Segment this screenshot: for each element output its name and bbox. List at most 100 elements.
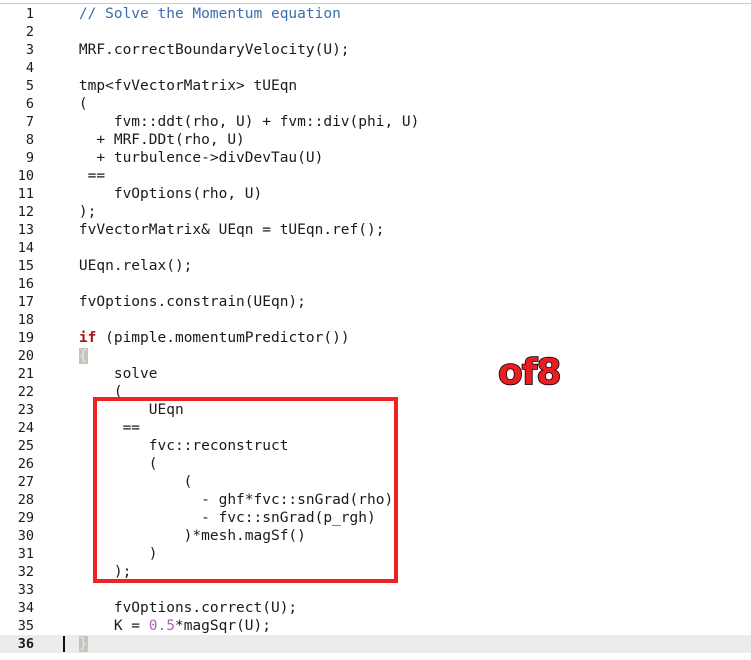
code-line-content[interactable]: {	[44, 347, 88, 365]
code-line-content[interactable]: UEqn	[44, 401, 184, 419]
code-line[interactable]: 21 solve	[0, 365, 751, 383]
line-number: 1	[25, 6, 34, 22]
code-line[interactable]: 14	[0, 239, 751, 257]
code-line[interactable]: 34 fvOptions.correct(U);	[0, 599, 751, 617]
code-token-plain: (	[44, 384, 123, 400]
line-number: 3	[25, 42, 34, 58]
code-line[interactable]: 33	[0, 581, 751, 599]
code-line-content[interactable]: (	[44, 95, 88, 113]
line-number: 11	[17, 186, 34, 202]
code-line-content[interactable]: fvOptions(rho, U)	[44, 185, 262, 203]
code-line[interactable]: 18	[0, 311, 751, 329]
code-line-content[interactable]: if (pimple.momentumPredictor())	[44, 329, 350, 347]
code-line-content[interactable]: K = 0.5*magSqr(U);	[44, 617, 271, 635]
code-line-content[interactable]	[44, 275, 53, 293]
code-line-content[interactable]: solve	[44, 365, 158, 383]
code-token-bracehl: }	[78, 636, 88, 652]
code-line-content[interactable]: (	[44, 473, 193, 491]
code-line-content[interactable]: );	[44, 203, 96, 221]
code-line-content[interactable]: + MRF.DDt(rho, U)	[44, 131, 245, 149]
code-line-content[interactable]: // Solve the Momentum equation	[44, 5, 341, 23]
code-line-content[interactable]: + turbulence->divDevTau(U)	[44, 149, 323, 167]
code-line-content[interactable]: )	[44, 545, 158, 563]
line-number: 34	[17, 600, 34, 616]
code-line-content[interactable]	[44, 239, 53, 257]
code-line[interactable]: 7 fvm::ddt(rho, U) + fvm::div(phi, U)	[0, 113, 751, 131]
code-line[interactable]: 2	[0, 23, 751, 41]
text-caret	[63, 636, 65, 652]
code-line[interactable]: 19 if (pimple.momentumPredictor())	[0, 329, 751, 347]
code-line-content[interactable]: );	[44, 563, 131, 581]
line-number: 5	[25, 78, 34, 94]
code-line[interactable]: 25 fvc::reconstruct	[0, 437, 751, 455]
code-line[interactable]: 24 ==	[0, 419, 751, 437]
code-line-content[interactable]: tmp<fvVectorMatrix> tUEqn	[44, 77, 297, 95]
code-line-content[interactable]: ==	[44, 167, 105, 185]
code-line[interactable]: 35 K = 0.5*magSqr(U);	[0, 617, 751, 635]
code-editor[interactable]: 1 // Solve the Momentum equation 2 3 MRF.…	[0, 0, 751, 660]
code-line-content[interactable]	[44, 59, 53, 77]
code-line-content[interactable]: )*mesh.magSf()	[44, 527, 306, 545]
line-number: 35	[17, 618, 34, 634]
code-line-content[interactable]: - fvc::snGrad(p_rgh)	[44, 509, 376, 527]
code-line-content[interactable]: fvc::reconstruct	[44, 437, 289, 455]
code-line-content[interactable]: (	[44, 383, 123, 401]
code-token-plain: MRF.correctBoundaryVelocity(U);	[44, 42, 350, 58]
code-line-content[interactable]	[44, 23, 53, 41]
code-line-content[interactable]: - ghf*fvc::snGrad(rho)	[44, 491, 393, 509]
code-line[interactable]: 29 - fvc::snGrad(p_rgh)	[0, 509, 751, 527]
code-line-content[interactable]: (	[44, 455, 158, 473]
code-lines-container[interactable]: 1 // Solve the Momentum equation 2 3 MRF.…	[0, 5, 751, 660]
code-line-content[interactable]	[44, 581, 53, 599]
code-line[interactable]: 10 ==	[0, 167, 751, 185]
code-line[interactable]: 36 }	[0, 635, 751, 653]
code-line[interactable]: 11 fvOptions(rho, U)	[0, 185, 751, 203]
code-line[interactable]: 13 fvVectorMatrix& UEqn = tUEqn.ref();	[0, 221, 751, 239]
code-line[interactable]: 22 (	[0, 383, 751, 401]
code-line[interactable]: 32 );	[0, 563, 751, 581]
code-line[interactable]: 27 (	[0, 473, 751, 491]
code-line[interactable]: 30 )*mesh.magSf()	[0, 527, 751, 545]
line-number: 21	[17, 366, 34, 382]
code-token-plain: fvOptions.correct(U);	[44, 600, 298, 616]
line-number: 10	[17, 168, 34, 184]
code-line[interactable]: 9 + turbulence->divDevTau(U)	[0, 149, 751, 167]
code-line-content[interactable]: UEqn.relax();	[44, 257, 193, 275]
code-token-plain: fvOptions(rho, U)	[44, 186, 263, 202]
line-number: 31	[17, 546, 34, 562]
line-number: 6	[25, 96, 34, 112]
code-line[interactable]: 4	[0, 59, 751, 77]
code-token-plain: ==	[44, 420, 141, 436]
code-line-content[interactable]: fvOptions.correct(U);	[44, 599, 297, 617]
code-line-content[interactable]: }	[44, 635, 88, 653]
code-token-plain: + MRF.DDt(rho, U)	[44, 132, 245, 148]
code-line[interactable]: 5 tmp<fvVectorMatrix> tUEqn	[0, 77, 751, 95]
code-line[interactable]: 26 (	[0, 455, 751, 473]
code-line[interactable]: 8 + MRF.DDt(rho, U)	[0, 131, 751, 149]
code-line-content[interactable]: fvVectorMatrix& UEqn = tUEqn.ref();	[44, 221, 385, 239]
code-line-content[interactable]: fvm::ddt(rho, U) + fvm::div(phi, U)	[44, 113, 420, 131]
code-token-plain: K =	[44, 618, 149, 634]
code-line-content[interactable]	[44, 311, 53, 329]
code-line-content[interactable]: MRF.correctBoundaryVelocity(U);	[44, 41, 350, 59]
code-line[interactable]: 31 )	[0, 545, 751, 563]
code-line[interactable]: 6 (	[0, 95, 751, 113]
of8-watermark: of8	[497, 352, 562, 393]
code-line[interactable]: 12 );	[0, 203, 751, 221]
code-line-content[interactable]: ==	[44, 419, 140, 437]
code-token-plain: tmp<fvVectorMatrix> tUEqn	[44, 78, 298, 94]
editor-top-divider	[0, 3, 751, 4]
code-line[interactable]: 15 UEqn.relax();	[0, 257, 751, 275]
code-line[interactable]: 3 MRF.correctBoundaryVelocity(U);	[0, 41, 751, 59]
code-line[interactable]: 20 {	[0, 347, 751, 365]
line-number: 16	[17, 276, 34, 292]
code-line[interactable]: 17 fvOptions.constrain(UEqn);	[0, 293, 751, 311]
code-line[interactable]: 28 - ghf*fvc::snGrad(rho)	[0, 491, 751, 509]
code-token-plain: fvOptions.constrain(UEqn);	[44, 294, 306, 310]
code-line-content[interactable]: fvOptions.constrain(UEqn);	[44, 293, 306, 311]
code-line[interactable]: 23 UEqn	[0, 401, 751, 419]
code-line[interactable]: 16	[0, 275, 751, 293]
code-line[interactable]: 1 // Solve the Momentum equation	[0, 5, 751, 23]
code-token-plain: UEqn.relax();	[44, 258, 193, 274]
